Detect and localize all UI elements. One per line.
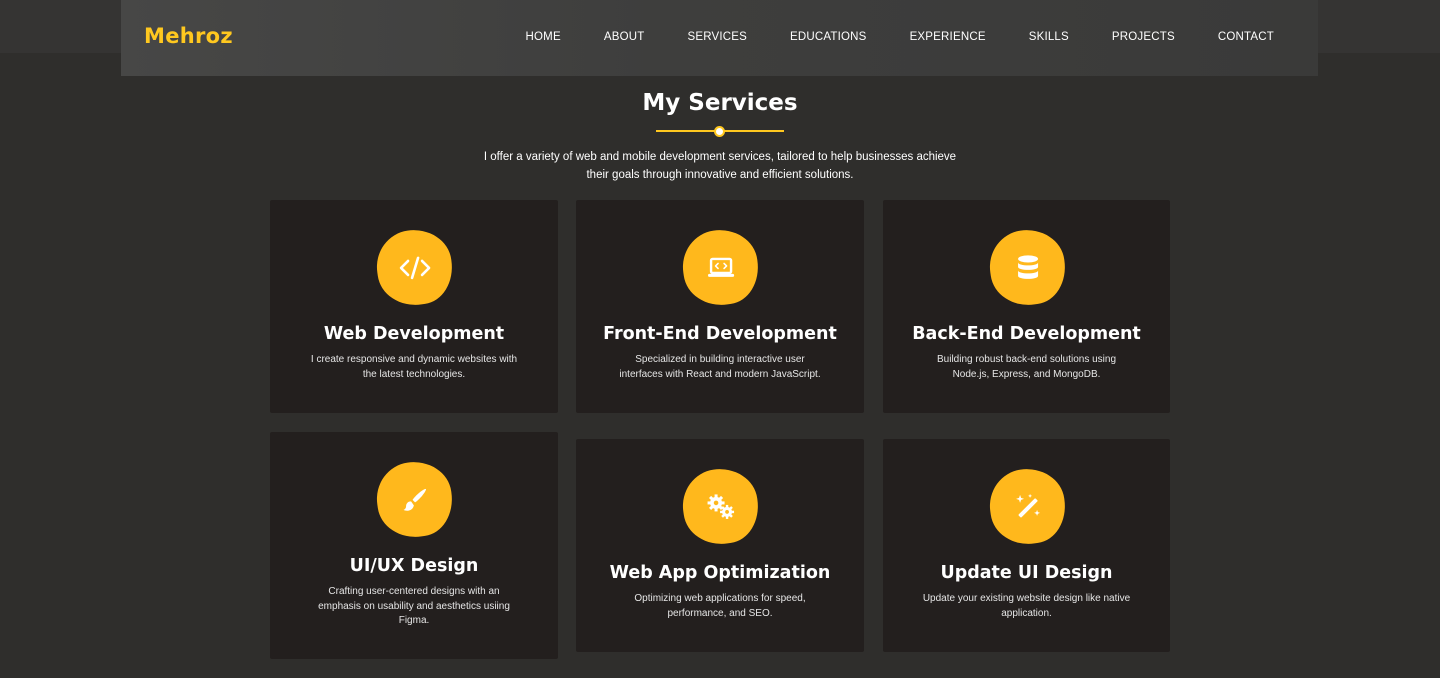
nav-about[interactable]: ABOUT [604,31,645,43]
nav-projects[interactable]: PROJECTS [1112,31,1175,43]
card-title: UI/UX Design [349,556,479,576]
card-title: Front-End Development [603,324,837,344]
desc-line: Specialized in building interactive user [635,354,805,365]
laptop-code-icon [707,257,734,277]
desc-line: Node.js, Express, and MongoDB. [952,368,1101,380]
icon-blob [372,457,457,542]
desc-line: emphasis on usability and aesthetics usi… [318,600,510,612]
desc-line: Building robust back-end solutions using [937,354,1116,365]
icon-blob [678,464,763,549]
database-icon [1017,254,1037,279]
section-title: My Services [642,90,798,116]
service-card-web-development[interactable]: Web Development I create responsive and … [270,200,558,413]
desc-line: Optimizing web applications for speed, [634,593,806,604]
nav-home[interactable]: HOME [526,31,561,43]
desc-line: application. [1001,607,1052,619]
service-card-update-ui-design[interactable]: Update UI Design Update your existing we… [883,439,1170,652]
nav-educations[interactable]: EDUCATIONS [790,31,867,43]
card-description: I create responsive and dynamic websites… [284,353,544,382]
nav-services[interactable]: SERVICES [687,31,747,43]
icon-blob [984,464,1070,549]
nav-links: HOME ABOUT SERVICES EDUCATIONS EXPERIENC… [526,31,1274,43]
paint-brush-icon [403,488,426,511]
navbar: Mehroz HOME ABOUT SERVICES EDUCATIONS EX… [121,0,1318,76]
service-card-front-end-development[interactable]: Front-End Development Specialized in bui… [576,200,864,413]
service-card-back-end-development[interactable]: Back-End Development Building robust bac… [883,200,1170,413]
nav-contact[interactable]: CONTACT [1218,31,1274,43]
card-title: Back-End Development [912,324,1141,344]
card-title: Web Development [323,324,505,344]
desc-line: performance, and SEO. [667,607,773,619]
icon-blob [678,225,763,310]
icon-blob [984,225,1070,310]
card-description: Update your existing website design like… [897,592,1157,621]
gears-icon [707,494,734,519]
card-title: Update UI Design [940,563,1113,583]
desc-line: interfaces with React and modern JavaScr… [619,368,821,380]
card-description: Crafting user-centered designs with an e… [284,585,544,629]
nav-skills[interactable]: SKILLS [1029,31,1069,43]
icon-blob [372,225,457,310]
service-card-ui-ux-design[interactable]: UI/UX Design Crafting user-centered desi… [270,432,558,659]
nav-experience[interactable]: EXPERIENCE [910,31,986,43]
card-description: Building robust back-end solutions using… [897,353,1157,382]
title-underline-dot [714,126,725,137]
desc-line: the latest technologies. [362,368,466,380]
logo[interactable]: Mehroz [144,24,233,48]
code-icon [399,256,430,279]
magic-wand-icon [1015,493,1039,517]
desc-line: Update your existing website design like… [922,593,1131,604]
subtitle-line-1: I offer a variety of web and mobile deve… [483,151,957,163]
desc-line: Figma. [398,615,430,626]
subtitle-line-2: their goals through innovative and effic… [586,169,854,181]
desc-line: Crafting user-centered designs with an [328,586,500,597]
card-description: Specialized in building interactive user… [590,353,850,382]
card-title: Web App Optimization [609,563,831,583]
card-description: Optimizing web applications for speed, p… [590,592,850,621]
desc-line: I create responsive and dynamic websites… [310,354,518,365]
service-card-web-app-optimization[interactable]: Web App Optimization Optimizing web appl… [576,439,864,652]
section-subtitle: I offer a variety of web and mobile deve… [460,148,980,184]
